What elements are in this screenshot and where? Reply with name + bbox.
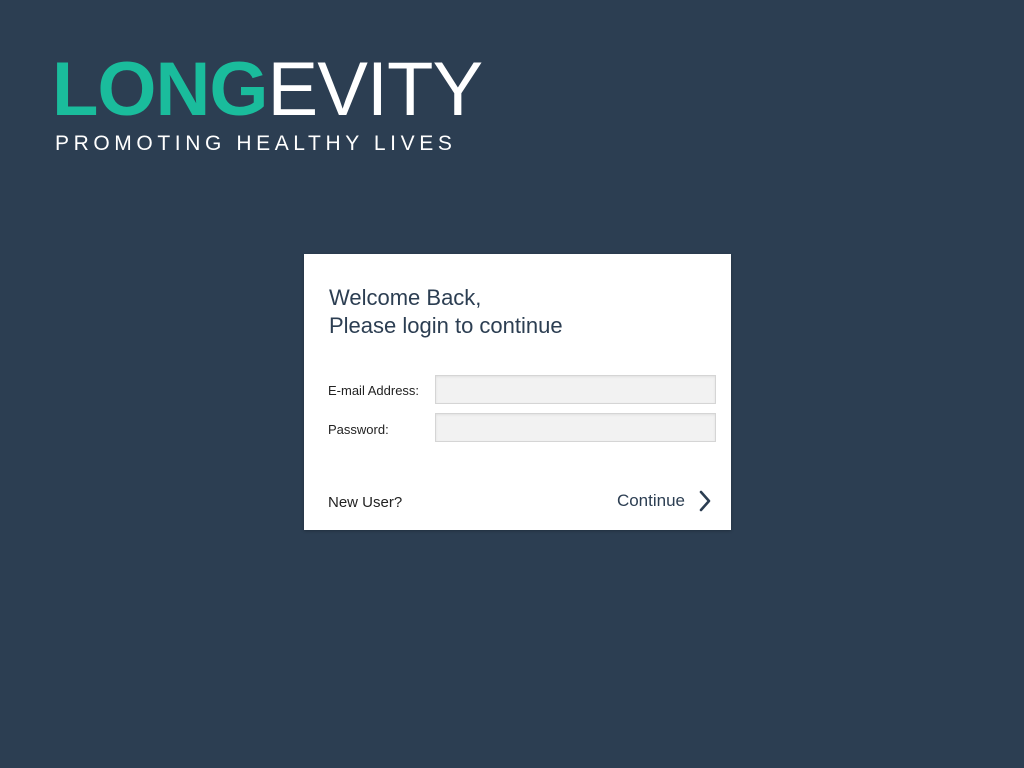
logo-part-evity: EVITY <box>267 47 484 132</box>
email-label: E-mail Address: <box>328 383 420 398</box>
brand-logo: LONGEVITY PROMOTING HEALTHY LIVES <box>52 52 483 156</box>
welcome-line-1: Welcome Back, <box>329 285 482 310</box>
chevron-right-icon <box>699 490 711 512</box>
continue-label: Continue <box>616 491 685 510</box>
continue-button[interactable]: Continue <box>617 490 711 512</box>
login-card: Welcome Back, Please login to continue E… <box>304 254 731 530</box>
password-field[interactable] <box>435 413 716 442</box>
email-field[interactable] <box>435 375 716 404</box>
password-label: Password: <box>328 422 389 437</box>
logo-wordmark: LONGEVITY <box>52 52 483 128</box>
logo-tagline: PROMOTING HEALTHY LIVES <box>55 132 457 155</box>
new-user-link[interactable]: New User? <box>328 494 402 511</box>
welcome-heading: Welcome Back, Please login to continue <box>329 284 563 340</box>
logo-part-long: LONG <box>52 47 269 132</box>
welcome-line-2: Please login to continue <box>329 313 563 338</box>
